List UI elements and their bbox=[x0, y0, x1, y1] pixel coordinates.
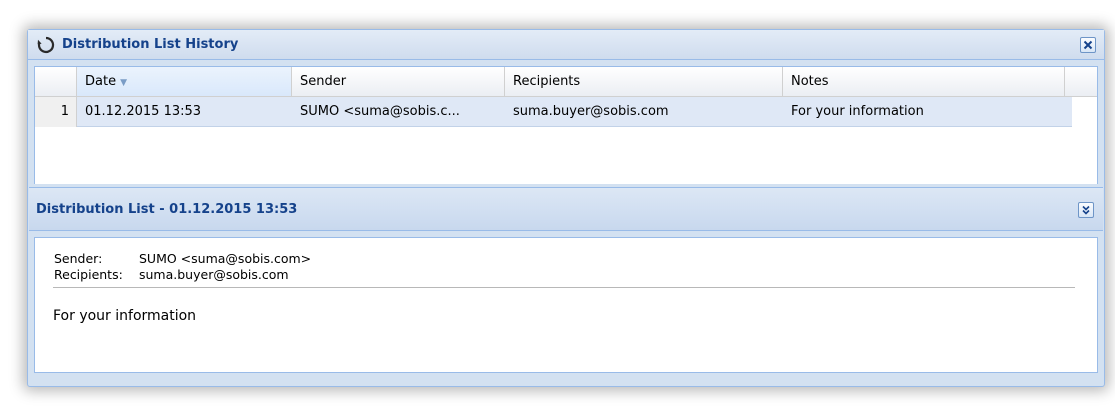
row-number: 1 bbox=[35, 97, 77, 127]
refresh-history-icon bbox=[37, 36, 55, 54]
close-icon bbox=[1083, 40, 1093, 50]
recipients-value: suma.buyer@sobis.com bbox=[139, 267, 289, 282]
sender-label: Sender: bbox=[54, 251, 103, 266]
detail-panel-title: Distribution List - 01.12.2015 13:53 bbox=[36, 202, 298, 217]
recipients-line: Recipients: suma.buyer@sobis.com bbox=[54, 267, 289, 282]
recipients-label: Recipients: bbox=[54, 267, 123, 282]
column-header-label: Date bbox=[85, 74, 117, 89]
sort-down-arrow-icon: ▼ bbox=[120, 78, 127, 88]
column-header-label: Recipients bbox=[513, 74, 581, 89]
detail-panel-header: Distribution List - 01.12.2015 13:53 bbox=[29, 187, 1103, 231]
column-header-notes[interactable]: Notes bbox=[783, 67, 1065, 96]
table-row[interactable]: 01.12.2015 13:53 SUMO <suma@sobis.c... s… bbox=[77, 97, 1072, 127]
row-number-header bbox=[35, 67, 77, 96]
cell-sender: SUMO <suma@sobis.c... bbox=[300, 104, 460, 119]
column-header-recipients[interactable]: Recipients bbox=[505, 67, 783, 96]
distribution-list-history-window: Distribution List History Date ▼ Sender R… bbox=[27, 29, 1105, 387]
notes-text: For your information bbox=[53, 308, 197, 324]
window-header: Distribution List History bbox=[28, 30, 1104, 60]
history-grid: Date ▼ Sender Recipients Notes 1 01.12.20… bbox=[34, 66, 1098, 184]
grid-header: Date ▼ Sender Recipients Notes bbox=[35, 67, 1097, 97]
cell-recipients: suma.buyer@sobis.com bbox=[513, 104, 669, 119]
divider bbox=[53, 287, 1075, 288]
collapse-down-icon bbox=[1082, 205, 1090, 215]
close-button[interactable] bbox=[1080, 37, 1096, 53]
cell-notes: For your information bbox=[791, 104, 924, 119]
column-header-label: Notes bbox=[791, 74, 829, 89]
column-header-sender[interactable]: Sender bbox=[292, 67, 505, 96]
column-header-label: Sender bbox=[300, 74, 347, 89]
detail-panel-body: Sender: SUMO <suma@sobis.com> Recipients:… bbox=[34, 237, 1098, 373]
sender-value: SUMO <suma@sobis.com> bbox=[139, 251, 312, 266]
cell-date: 01.12.2015 13:53 bbox=[85, 104, 202, 119]
sender-line: Sender: SUMO <suma@sobis.com> bbox=[54, 251, 311, 266]
column-header-date[interactable]: Date ▼ bbox=[77, 67, 292, 96]
collapse-button[interactable] bbox=[1078, 202, 1094, 218]
column-header-spacer bbox=[1065, 67, 1097, 96]
window-title: Distribution List History bbox=[62, 37, 239, 52]
